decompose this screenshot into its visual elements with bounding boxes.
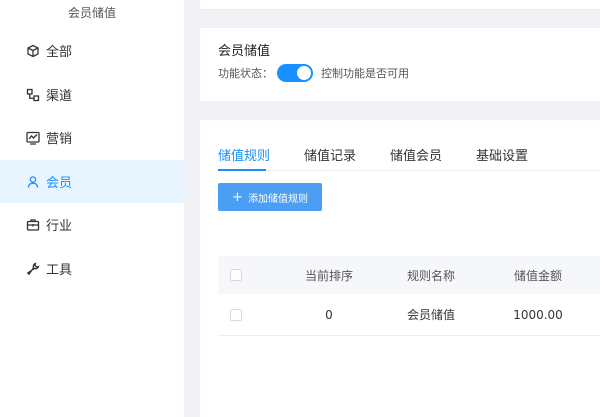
sidebar-item-member[interactable]: 会员: [0, 160, 184, 203]
sidebar-item-label: 渠道: [46, 89, 73, 104]
sidebar-item-label: 会员: [46, 176, 73, 191]
tab-members[interactable]: 储值会员: [390, 145, 442, 171]
add-rule-label: 添加储值规则: [247, 193, 308, 205]
toggle-knob: [297, 66, 311, 80]
status-hint: 控制功能是否可用: [321, 67, 409, 80]
briefcase-icon: [26, 218, 40, 232]
sidebar-title: 会员储值: [67, 6, 116, 20]
main-card: 储值规则 储值记录 储值会员 基础设置 + 添加储值规则 当前排序 规则名称 储…: [200, 120, 600, 417]
select-all-checkbox[interactable]: [230, 269, 242, 281]
user-icon: [26, 175, 40, 189]
plus-icon: +: [232, 189, 243, 205]
sidebar: 会员储值 全部 渠道 营销 会员 行业 工具: [0, 0, 184, 417]
sidebar-item-all[interactable]: 全部: [0, 29, 184, 72]
sidebar-item-label: 行业: [46, 219, 73, 234]
chart-icon: [26, 131, 40, 145]
tabs: 储值规则 储值记录 储值会员 基础设置: [218, 145, 562, 171]
status-row: 功能状态： 控制功能是否可用: [218, 64, 409, 82]
sidebar-item-label: 全部: [46, 45, 73, 60]
wrench-icon: [26, 262, 40, 276]
sidebar-item-label: 营销: [46, 132, 73, 147]
page-title: 会员储值: [218, 44, 271, 59]
sidebar-item-marketing[interactable]: 营销: [0, 116, 184, 159]
column-header-order: 当前排序: [304, 268, 353, 283]
status-toggle[interactable]: [277, 64, 313, 82]
sidebar-item-tools[interactable]: 工具: [0, 247, 184, 290]
add-rule-button[interactable]: + 添加储值规则: [218, 183, 322, 211]
tab-settings[interactable]: 基础设置: [476, 145, 528, 171]
tabs-divider: [218, 170, 600, 171]
status-label: 功能状态：: [218, 67, 273, 80]
channel-icon: [26, 88, 40, 102]
cube-icon: [26, 44, 40, 58]
cell-name: 会员储值: [406, 308, 455, 322]
tab-records[interactable]: 储值记录: [304, 145, 356, 171]
column-header-amount: 储值金额: [513, 268, 562, 283]
table-header: 当前排序 规则名称 储值金额: [218, 256, 600, 294]
column-header-name: 规则名称: [406, 268, 455, 283]
sidebar-item-label: 工具: [46, 263, 73, 278]
rules-table: 当前排序 规则名称 储值金额 0 会员储值 1000.00: [218, 256, 600, 336]
sidebar-item-channel[interactable]: 渠道: [0, 73, 184, 116]
tab-rules[interactable]: 储值规则: [218, 145, 270, 171]
table-row[interactable]: 0 会员储值 1000.00: [218, 294, 600, 336]
header-card: 会员储值 功能状态： 控制功能是否可用: [200, 28, 600, 101]
sidebar-item-industry[interactable]: 行业: [0, 203, 184, 246]
tab-active-indicator: [218, 169, 266, 171]
cell-order: 0: [325, 307, 333, 322]
row-checkbox[interactable]: [230, 308, 242, 321]
top-strip: [200, 0, 600, 10]
cell-amount: 1000.00: [513, 307, 563, 322]
